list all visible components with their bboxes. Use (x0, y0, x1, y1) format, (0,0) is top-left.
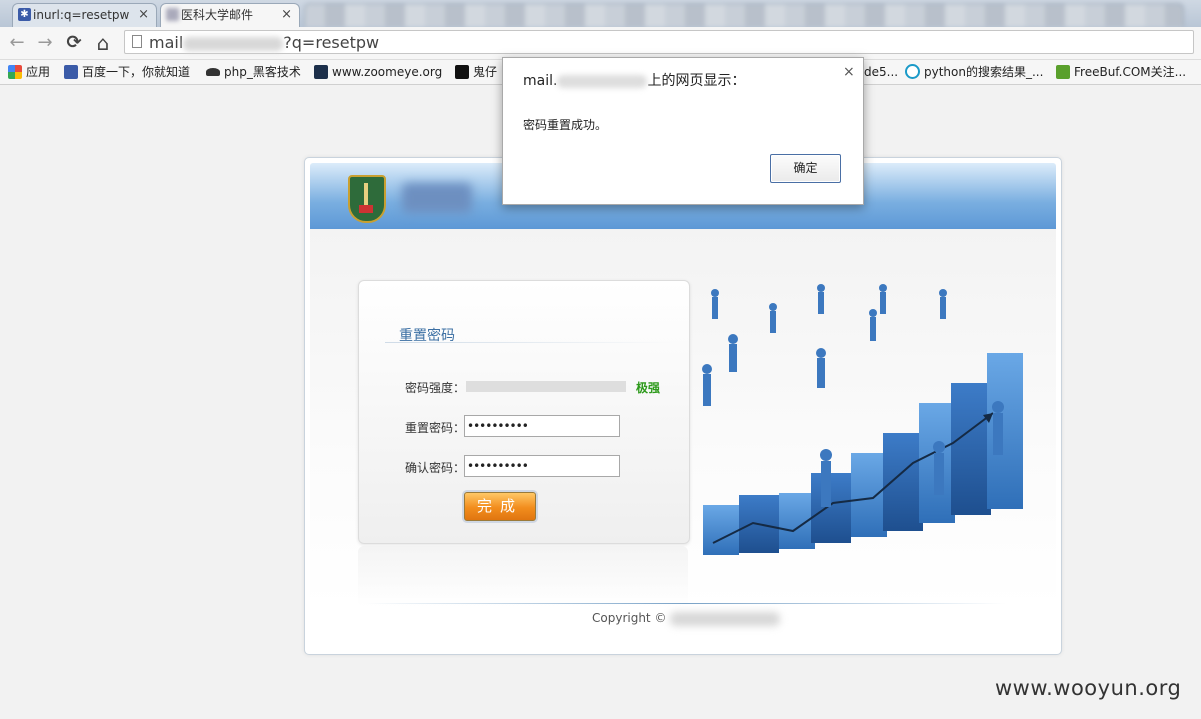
baidu-paw-icon (64, 65, 78, 79)
redacted-host (557, 74, 648, 88)
home-icon[interactable]: ⌂ (92, 32, 114, 54)
confirm-password-label: 确认密码： (405, 461, 466, 475)
address-bar[interactable]: mail ?q=resetpw (124, 30, 1194, 54)
apps-grid-icon (8, 65, 22, 79)
bookmark-de5[interactable]: de5... (864, 63, 898, 81)
dialog-message: 密码重置成功。 (523, 118, 608, 132)
university-emblem-icon (348, 175, 386, 223)
tab-search[interactable]: ✱ inurl:q=resetpw × (12, 3, 157, 27)
bookmark-baidu[interactable]: 百度一下，你就知道 (64, 63, 190, 81)
ok-button[interactable]: 确定 (770, 154, 841, 183)
bookmark-python[interactable]: python的搜索结果_... (905, 63, 1043, 81)
form-reflection (358, 546, 688, 606)
tab-mail[interactable]: 医科大学邮件 × (160, 3, 300, 27)
page-icon (132, 35, 142, 48)
watermark: www.wooyun.org (995, 676, 1182, 700)
divider (385, 342, 675, 343)
login-panel: 重置密码 密码强度： 极强 重置密码： •••••••••• 确认密码： •••… (304, 157, 1062, 655)
submit-button[interactable]: 完成 (464, 492, 536, 521)
footer-divider (365, 603, 1005, 604)
strength-label: 密码强度： (405, 381, 466, 395)
strength-value: 极强 (636, 381, 661, 395)
reload-icon[interactable]: ⟳ (63, 32, 85, 54)
strength-bar (466, 381, 626, 392)
bookmark-zoomeye[interactable]: www.zoomeye.org (314, 63, 442, 81)
guizai-icon (455, 65, 469, 79)
zoomeye-icon (314, 65, 328, 79)
redacted-copyright-owner (670, 611, 781, 626)
play-circle-icon (905, 64, 920, 79)
tab-title: 医科大学邮件 (181, 8, 254, 22)
browser-toolbar: ← → ⟳ ⌂ mail ?q=resetpw (0, 27, 1201, 60)
close-icon[interactable]: × (843, 64, 855, 80)
business-growth-illustration-icon (702, 284, 1023, 555)
back-arrow-icon[interactable]: ← (6, 32, 28, 54)
bookmark-apps[interactable]: 应用 (8, 63, 50, 81)
graduation-cap-icon (206, 68, 220, 76)
alert-dialog: mail. 上的网页显示： × 密码重置成功。 确定 (502, 57, 864, 205)
close-icon[interactable]: × (281, 4, 292, 26)
bookmark-guizai[interactable]: 鬼仔 (455, 63, 497, 81)
reset-password-form: 重置密码 密码强度： 极强 重置密码： •••••••••• 确认密码： •••… (358, 280, 690, 544)
confirm-password-input[interactable]: •••••••••• (464, 455, 620, 477)
copyright-text: Copyright © (592, 611, 781, 626)
redacted-logo-text (402, 183, 472, 213)
tab-title: inurl:q=resetpw (33, 8, 130, 22)
forward-arrow-icon[interactable]: → (34, 32, 56, 54)
redacted-domain (183, 36, 284, 51)
url-text: mail ?q=resetpw (149, 33, 380, 52)
blurred-favicon-icon (166, 8, 179, 21)
baidu-paw-icon: ✱ (18, 8, 31, 21)
reset-password-input[interactable]: •••••••••• (464, 415, 620, 437)
tab-strip: ✱ inurl:q=resetpw × 医科大学邮件 × (0, 0, 1201, 27)
freebuf-icon (1056, 65, 1070, 79)
close-icon[interactable]: × (138, 4, 149, 26)
reset-password-label: 重置密码： (405, 421, 466, 435)
bookmark-php[interactable]: php_黑客技术 (206, 63, 301, 81)
dialog-title: mail. 上的网页显示： (523, 73, 746, 89)
tab-blurred[interactable] (304, 3, 1184, 27)
bookmark-freebuf[interactable]: FreeBuf.COM关注... (1056, 63, 1186, 81)
